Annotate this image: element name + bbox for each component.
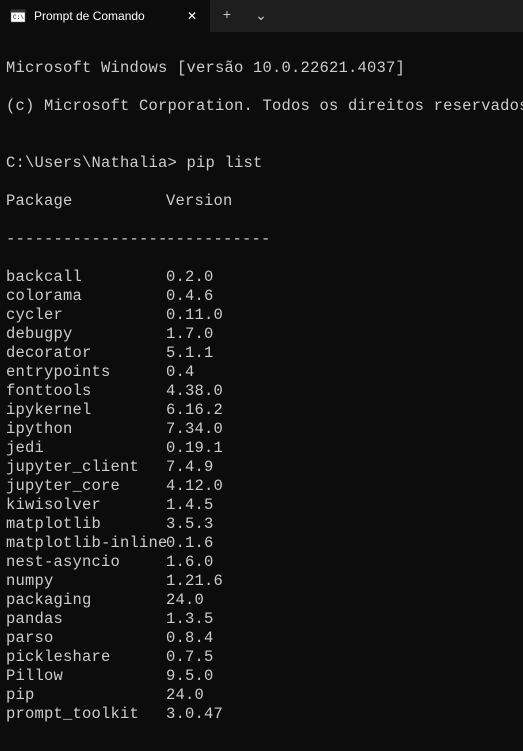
window-titlebar: C:\ Prompt de Comando ✕ + ⌄ (0, 0, 523, 32)
terminal-output[interactable]: Microsoft Windows [versão 10.0.22621.403… (0, 32, 523, 751)
terminal-prompt-line: C:\Users\Nathalia> pip list (6, 154, 517, 173)
package-name: ipython (6, 420, 166, 439)
package-version: 0.11.0 (166, 306, 223, 325)
package-name: pip (6, 686, 166, 705)
table-row: parso0.8.4 (6, 629, 517, 648)
package-name: ipykernel (6, 401, 166, 420)
divider-package: ----------------- (6, 230, 166, 249)
package-version: 0.19.1 (166, 439, 223, 458)
package-name: pandas (6, 610, 166, 629)
package-version: 9.5.0 (166, 667, 214, 686)
header-package: Package (6, 192, 166, 211)
table-row: colorama0.4.6 (6, 287, 517, 306)
table-row: matplotlib-inline0.1.6 (6, 534, 517, 553)
package-name: entrypoints (6, 363, 166, 382)
table-row: cycler0.11.0 (6, 306, 517, 325)
package-version: 3.0.47 (166, 705, 223, 724)
package-name: colorama (6, 287, 166, 306)
package-version: 6.16.2 (166, 401, 223, 420)
cmd-icon: C:\ (10, 8, 26, 24)
package-version: 1.3.5 (166, 610, 214, 629)
table-row: backcall0.2.0 (6, 268, 517, 287)
package-version: 1.6.0 (166, 553, 214, 572)
command: pip list (187, 154, 263, 172)
package-name: jupyter_core (6, 477, 166, 496)
package-version: 3.5.3 (166, 515, 214, 534)
package-version: 1.7.0 (166, 325, 214, 344)
package-version: 5.1.1 (166, 344, 214, 363)
package-name: prompt_toolkit (6, 705, 166, 724)
package-name: jupyter_client (6, 458, 166, 477)
table-row: decorator5.1.1 (6, 344, 517, 363)
package-name: pickleshare (6, 648, 166, 667)
package-name: decorator (6, 344, 166, 363)
package-name: jedi (6, 439, 166, 458)
tab-title: Prompt de Comando (34, 9, 176, 23)
package-list: backcall0.2.0colorama0.4.6cycler0.11.0de… (6, 268, 517, 724)
table-row: pickleshare0.7.5 (6, 648, 517, 667)
new-tab-button[interactable]: + (210, 0, 244, 32)
package-version: 0.2.0 (166, 268, 214, 287)
prompt: C:\Users\Nathalia> (6, 154, 187, 172)
tab-dropdown-button[interactable]: ⌄ (244, 0, 278, 32)
table-row: jupyter_core4.12.0 (6, 477, 517, 496)
package-name: backcall (6, 268, 166, 287)
package-version: 0.4.6 (166, 287, 214, 306)
table-header-row: PackageVersion (6, 192, 517, 211)
table-row: ipython7.34.0 (6, 420, 517, 439)
table-row: Pillow9.5.0 (6, 667, 517, 686)
tab-actions: + ⌄ (210, 0, 278, 32)
package-name: matplotlib-inline (6, 534, 166, 553)
package-version: 7.4.9 (166, 458, 214, 477)
table-row: ipykernel6.16.2 (6, 401, 517, 420)
table-row: prompt_toolkit3.0.47 (6, 705, 517, 724)
table-divider-row: ---------------------------- (6, 230, 517, 249)
package-version: 0.4 (166, 363, 195, 382)
package-version: 4.38.0 (166, 382, 223, 401)
header-version: Version (166, 192, 233, 211)
terminal-line: Microsoft Windows [versão 10.0.22621.403… (6, 59, 517, 78)
table-row: numpy1.21.6 (6, 572, 517, 591)
package-name: debugpy (6, 325, 166, 344)
table-row: jedi0.19.1 (6, 439, 517, 458)
terminal-tab[interactable]: C:\ Prompt de Comando ✕ (0, 0, 210, 32)
tab-close-button[interactable]: ✕ (184, 8, 200, 24)
table-row: kiwisolver1.4.5 (6, 496, 517, 515)
package-name: parso (6, 629, 166, 648)
package-version: 24.0 (166, 591, 204, 610)
package-name: fonttools (6, 382, 166, 401)
package-name: packaging (6, 591, 166, 610)
package-version: 1.21.6 (166, 572, 223, 591)
package-name: kiwisolver (6, 496, 166, 515)
package-name: Pillow (6, 667, 166, 686)
table-row: pip24.0 (6, 686, 517, 705)
package-name: cycler (6, 306, 166, 325)
table-row: fonttools4.38.0 (6, 382, 517, 401)
table-row: pandas1.3.5 (6, 610, 517, 629)
table-row: nest-asyncio1.6.0 (6, 553, 517, 572)
package-name: nest-asyncio (6, 553, 166, 572)
table-row: matplotlib3.5.3 (6, 515, 517, 534)
svg-text:C:\: C:\ (13, 14, 24, 21)
table-row: packaging24.0 (6, 591, 517, 610)
package-version: 1.4.5 (166, 496, 214, 515)
table-row: entrypoints0.4 (6, 363, 517, 382)
package-version: 24.0 (166, 686, 204, 705)
table-row: jupyter_client7.4.9 (6, 458, 517, 477)
divider-version: ----------- (166, 230, 271, 249)
package-name: matplotlib (6, 515, 166, 534)
package-version: 0.8.4 (166, 629, 214, 648)
package-version: 0.1.6 (166, 534, 214, 553)
terminal-line: (c) Microsoft Corporation. Todos os dire… (6, 97, 517, 116)
package-version: 7.34.0 (166, 420, 223, 439)
package-version: 0.7.5 (166, 648, 214, 667)
package-version: 4.12.0 (166, 477, 223, 496)
package-name: numpy (6, 572, 166, 591)
table-row: debugpy1.7.0 (6, 325, 517, 344)
